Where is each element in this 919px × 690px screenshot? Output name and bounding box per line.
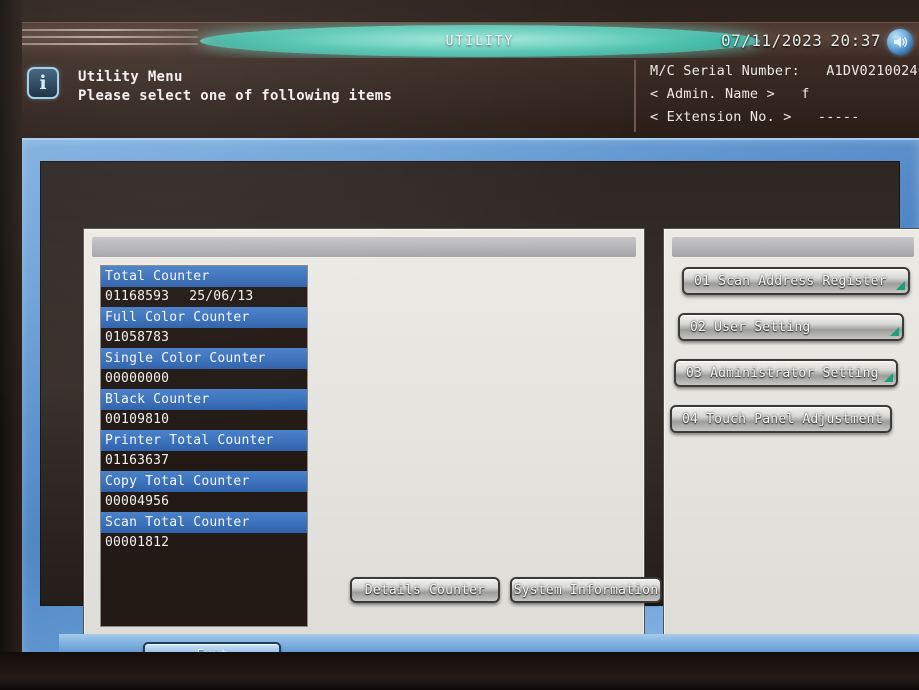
counter-date: 25/06/13: [189, 289, 254, 304]
serial-number-row: M/C Serial Number: A1DV021002462: [650, 60, 919, 83]
info-icon-letter: i: [39, 72, 47, 94]
details-counter-button[interactable]: Details Counter: [350, 577, 500, 603]
counter-value: 01163637: [105, 453, 170, 468]
submenu-corner-icon: [896, 281, 905, 290]
serial-number-label: M/C Serial Number:: [650, 63, 800, 79]
title-bar: UTILITY 07/11/2023 20:37: [0, 22, 919, 58]
counter-label: Printer Total Counter: [101, 430, 307, 451]
current-date: 07/11/2023: [721, 31, 823, 50]
speaker-glyph: [894, 36, 908, 48]
counter-label: Black Counter: [101, 389, 307, 410]
counter-value-row: 00109810: [101, 410, 307, 430]
counter-value: 00109810: [105, 412, 170, 427]
counter-panel: Total Counter 01168593 25/06/13 Full Color …: [83, 228, 662, 647]
device-screen: UTILITY 07/11/2023 20:37 i Utility Menu P…: [0, 0, 919, 690]
info-message: Utility Menu Please select one of follow…: [78, 68, 392, 106]
counter-value-row: 01058783: [101, 328, 307, 348]
speaker-icon[interactable]: [887, 29, 913, 55]
counter-value: 00004956: [105, 494, 170, 509]
info-message-line2: Please select one of following items: [78, 88, 393, 104]
admin-name-value: f: [801, 86, 810, 102]
screen-title-lens: UTILITY: [200, 25, 760, 57]
decorative-lines: [8, 29, 198, 53]
touch-panel-frame: Total Counter 01168593 25/06/13 Full Color …: [22, 138, 919, 678]
counter-value-row: 01168593 25/06/13: [101, 287, 307, 307]
clock: 07/11/2023 20:37: [721, 31, 881, 50]
menu-button-01[interactable]: 01 Scan Address Register: [682, 267, 910, 295]
machine-info: M/C Serial Number: A1DV021002462 < Admin…: [634, 60, 919, 132]
bezel-left: [0, 0, 22, 690]
submenu-corner-icon: [890, 327, 899, 336]
counter-rows: Total Counter 01168593 25/06/13 Full Color …: [101, 266, 307, 553]
counter-label: Full Color Counter: [101, 307, 307, 328]
info-message-line1: Utility Menu: [78, 69, 183, 85]
counter-panel-titlebar: [92, 237, 636, 257]
counter-list: Total Counter 01168593 25/06/13 Full Color …: [100, 265, 308, 627]
counter-label: Scan Total Counter: [101, 512, 307, 533]
menu-button-label: 02 User Setting: [690, 319, 811, 335]
admin-name-label: < Admin. Name >: [650, 86, 775, 102]
info-header: i Utility Menu Please select one of foll…: [0, 58, 919, 138]
menu-button-label: 01 Scan Address Register: [694, 273, 887, 289]
extension-no-label: < Extension No. >: [650, 109, 792, 125]
system-information-button[interactable]: System Information: [510, 577, 662, 603]
menu-panel-titlebar: [672, 237, 914, 257]
bezel-bottom: [0, 652, 919, 690]
counter-value-row: 00001812: [101, 533, 307, 553]
counter-value: 00000000: [105, 371, 170, 386]
serial-number-value: A1DV021002462: [826, 63, 919, 79]
extension-no-value: -----: [817, 109, 860, 125]
counter-value: 00001812: [105, 535, 170, 550]
counter-value: 01058783: [105, 330, 170, 345]
menu-button-label: 04 Touch Panel Adjustment: [682, 411, 883, 427]
counter-value-row: 01163637: [101, 451, 307, 471]
extension-no-row: < Extension No. > -----: [650, 106, 919, 129]
details-counter-label: Details Counter: [364, 582, 486, 598]
info-icon: i: [27, 67, 59, 99]
menu-button-03[interactable]: 03 Administrator Setting: [674, 359, 898, 387]
counter-value-row: 00000000: [101, 369, 307, 389]
admin-name-row: < Admin. Name > f: [650, 83, 919, 106]
counter-label: Total Counter: [101, 266, 307, 287]
menu-button-label: 03 Administrator Setting: [686, 365, 879, 381]
menu-panel: 01 Scan Address Register 02 User Setting 0…: [663, 228, 919, 647]
page-title: UTILITY: [445, 33, 515, 49]
submenu-corner-icon: [884, 373, 893, 382]
counter-label: Single Color Counter: [101, 348, 307, 369]
touch-panel-inner: Total Counter 01168593 25/06/13 Full Color …: [40, 161, 919, 678]
counter-label: Copy Total Counter: [101, 471, 307, 492]
system-information-label: System Information: [513, 582, 659, 598]
counter-value: 01168593: [105, 289, 170, 304]
counter-value-row: 00004956: [101, 492, 307, 512]
current-time: 20:37: [830, 31, 881, 50]
menu-button-02[interactable]: 02 User Setting: [678, 313, 904, 341]
menu-button-04[interactable]: 04 Touch Panel Adjustment: [670, 405, 892, 433]
